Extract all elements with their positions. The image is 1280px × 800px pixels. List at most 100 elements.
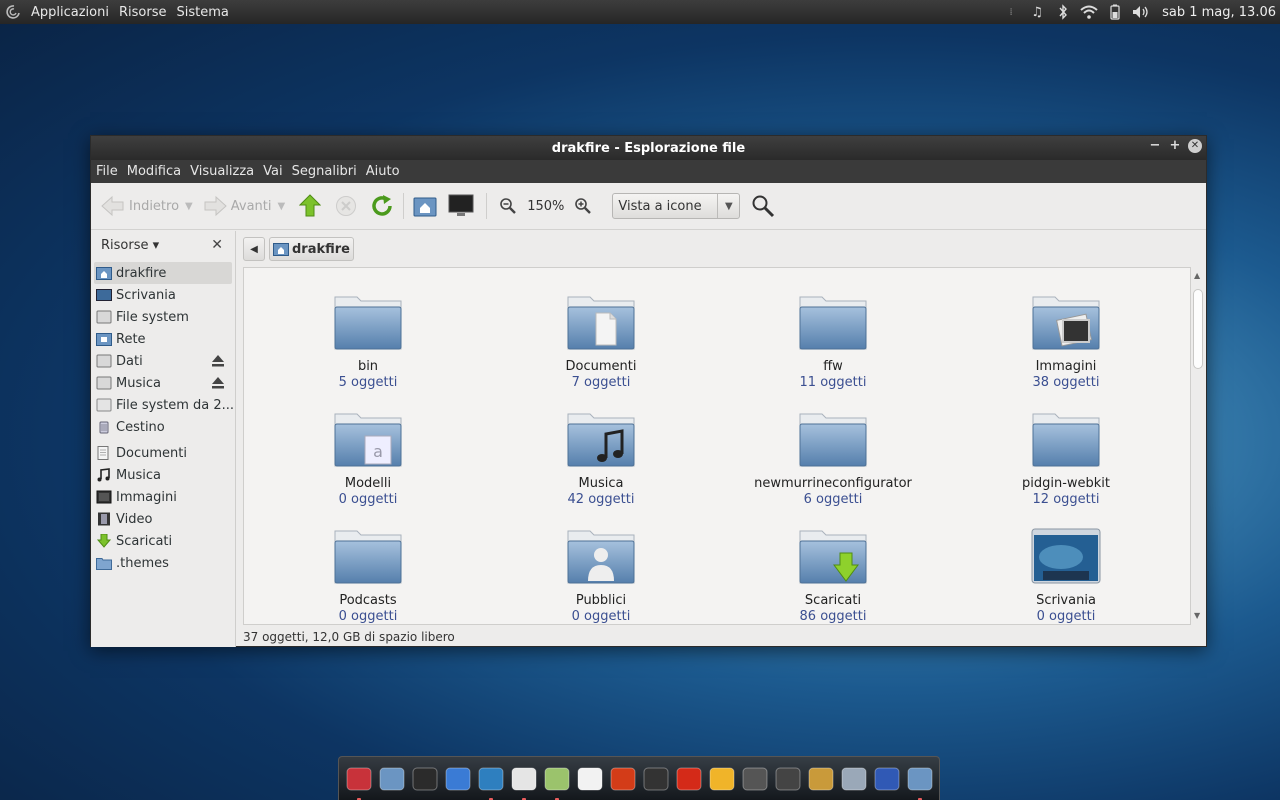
text-editor-icon[interactable] xyxy=(508,763,540,800)
home-folder-icon[interactable] xyxy=(376,763,408,795)
up-button[interactable] xyxy=(297,193,323,219)
menu-modifica[interactable]: Modifica xyxy=(124,164,184,179)
terminal-icon[interactable] xyxy=(409,763,441,795)
zoom-in-button[interactable] xyxy=(570,193,596,219)
email-icon[interactable] xyxy=(442,763,474,795)
sidebar-item-dati[interactable]: Dati xyxy=(91,350,235,372)
reload-button[interactable] xyxy=(369,193,395,219)
sidebar-item-themes[interactable]: .themes xyxy=(91,552,235,574)
menu-visualizza[interactable]: Visualizza xyxy=(187,164,257,179)
zoom-out-button[interactable] xyxy=(495,193,521,219)
titlebar[interactable]: drakfire - Esplorazione file − + ✕ xyxy=(91,136,1206,160)
back-button[interactable]: Indietro xyxy=(101,191,179,221)
computer-button[interactable] xyxy=(448,193,474,219)
stop-button[interactable] xyxy=(333,193,359,219)
wifi-icon[interactable] xyxy=(1080,3,1098,21)
file-item-modelli[interactable]: a Modelli 0 oggetti xyxy=(268,410,468,507)
globe-icon[interactable] xyxy=(871,763,903,795)
image-viewer-icon[interactable] xyxy=(541,763,573,800)
notes-icon[interactable] xyxy=(574,763,606,795)
menu-segnalibri[interactable]: Segnalibri xyxy=(289,164,360,179)
sidebar-item-file-system-2[interactable]: File system da 2... xyxy=(91,394,235,416)
folder-icon xyxy=(334,296,402,350)
file-item-immagini[interactable]: Immagini 38 oggetti xyxy=(966,293,1166,390)
sidebar-item-cestino[interactable]: Cestino xyxy=(91,416,235,438)
vertical-scrollbar[interactable]: ▲ ▼ xyxy=(1191,267,1205,625)
eject-icon[interactable] xyxy=(211,354,225,368)
dock xyxy=(338,756,940,800)
file-name: Musica xyxy=(578,476,624,491)
file-item-podcasts[interactable]: Podcasts 0 oggetti xyxy=(268,527,468,624)
video-editor-icon[interactable] xyxy=(772,763,804,795)
file-item-documenti[interactable]: Documenti 7 oggetti xyxy=(501,293,701,390)
path-scroll-left-button[interactable]: ◀ xyxy=(243,237,265,261)
file-name: Documenti xyxy=(565,359,637,374)
debian-logo-icon[interactable] xyxy=(0,0,26,24)
sidebar-item-rete[interactable]: Rete xyxy=(91,328,235,350)
menu-aiuto[interactable]: Aiuto xyxy=(363,164,403,179)
menu-sistema[interactable]: Sistema xyxy=(171,5,233,20)
search-icon xyxy=(752,195,775,218)
scroll-down-icon[interactable]: ▼ xyxy=(1194,611,1200,620)
back-history-dropdown[interactable]: ▼ xyxy=(185,201,193,212)
sidebar-type-select[interactable]: Risorse ▾ xyxy=(101,238,159,253)
sidebar-item-immagini[interactable]: Immagini xyxy=(91,486,235,508)
battery-icon[interactable] xyxy=(1106,3,1124,21)
menu-file[interactable]: File xyxy=(93,164,121,179)
sidebar-item-scaricati[interactable]: Scaricati xyxy=(91,530,235,552)
view-mode-select[interactable]: Vista a icone ▼ xyxy=(612,193,741,219)
breadcrumb-home[interactable]: drakfire xyxy=(269,237,354,261)
sidebar-item-video[interactable]: Video xyxy=(91,508,235,530)
volume-icon[interactable] xyxy=(1132,3,1150,21)
clock[interactable]: sab 1 mag, 13.06 xyxy=(1162,5,1276,20)
folder-icon xyxy=(799,413,867,467)
zoom-level[interactable]: 150% xyxy=(527,199,564,214)
file-item-bin[interactable]: bin 5 oggetti xyxy=(268,293,468,390)
search-button[interactable] xyxy=(750,193,776,219)
home-button[interactable] xyxy=(412,193,438,219)
minimize-button[interactable]: − xyxy=(1148,139,1162,153)
sidebar-item-label: Documenti xyxy=(116,445,187,461)
close-sidebar-icon[interactable]: ✕ xyxy=(211,237,223,253)
file-item-pubblici[interactable]: Pubblici 0 oggetti xyxy=(501,527,701,624)
music-applet-icon[interactable]: ♫ xyxy=(1028,3,1046,21)
maximize-button[interactable]: + xyxy=(1168,139,1182,153)
browser-icon[interactable] xyxy=(475,763,507,800)
sidebar-item-scrivania[interactable]: Scrivania xyxy=(91,284,235,306)
scroll-up-icon[interactable]: ▲ xyxy=(1194,271,1200,280)
file-item-scaricati[interactable]: Scaricati 86 oggetti xyxy=(733,527,933,624)
sidebar-item-musica[interactable]: Musica xyxy=(91,464,235,486)
compass-icon[interactable] xyxy=(838,763,870,795)
speaker-icon[interactable] xyxy=(739,763,771,795)
forward-history-dropdown[interactable]: ▼ xyxy=(278,201,286,212)
anchor-icon[interactable] xyxy=(343,763,375,800)
sidebar-item-documenti[interactable]: Documenti xyxy=(91,442,235,464)
firefox-icon[interactable] xyxy=(673,763,705,795)
system-monitor-icon[interactable] xyxy=(640,763,672,795)
eject-icon[interactable] xyxy=(211,376,225,390)
video-icon xyxy=(98,512,110,526)
sidebar-item-musica-drive[interactable]: Musica xyxy=(91,372,235,394)
menu-risorse[interactable]: Risorse xyxy=(114,5,172,20)
forward-button[interactable]: Avanti xyxy=(203,191,272,221)
bluetooth-icon[interactable] xyxy=(1054,3,1072,21)
toolbar-separator xyxy=(403,193,405,219)
file-item-pidgin-webkit[interactable]: pidgin-webkit 12 oggetti xyxy=(966,410,1166,507)
file-view[interactable]: bin 5 oggetti Documenti 7 oggetti ffw 11 ogge… xyxy=(243,267,1191,625)
file-item-ffw[interactable]: ffw 11 oggetti xyxy=(733,293,933,390)
file-item-musica[interactable]: Musica 42 oggetti xyxy=(501,410,701,507)
media-player-icon[interactable] xyxy=(706,763,738,795)
sidebar-item-file-system[interactable]: File system xyxy=(91,306,235,328)
menu-applicazioni[interactable]: Applicazioni xyxy=(26,5,114,20)
menu-vai[interactable]: Vai xyxy=(260,164,285,179)
game-icon[interactable] xyxy=(607,763,639,795)
archive-icon[interactable] xyxy=(805,763,837,795)
scroll-thumb[interactable] xyxy=(1193,289,1203,369)
file-item-scrivania[interactable]: Scrivania 0 oggetti xyxy=(966,527,1166,624)
sidebar-item-drakfire[interactable]: drakfire xyxy=(94,262,232,284)
close-button[interactable]: ✕ xyxy=(1188,139,1202,153)
file-item-newmurrineconfigurator[interactable]: newmurrineconfigurator 6 oggetti xyxy=(733,410,933,507)
home-folder-icon xyxy=(413,197,437,217)
file-manager-icon[interactable] xyxy=(904,763,936,800)
network-icon xyxy=(96,333,112,346)
